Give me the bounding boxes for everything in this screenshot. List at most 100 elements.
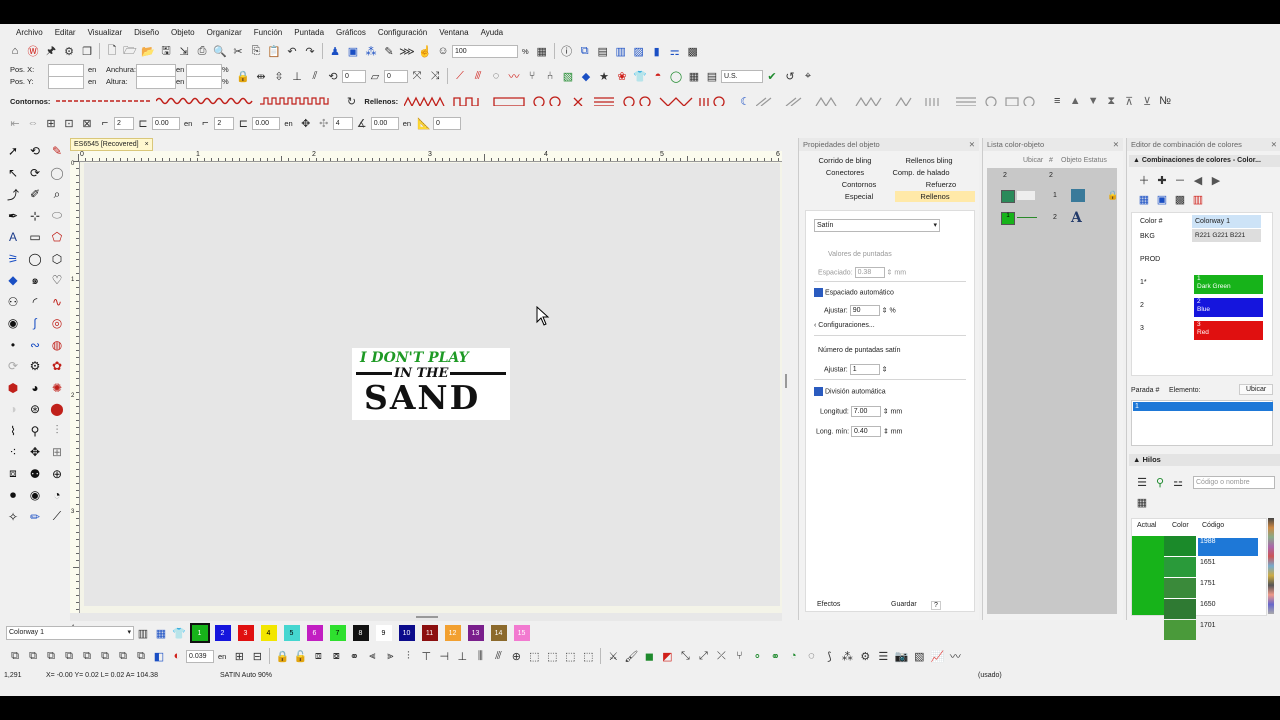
colorway-list-icon[interactable]: ▥ (135, 625, 151, 641)
panel-close-icon[interactable]: ✕ (1271, 138, 1277, 151)
colorway-section-header[interactable]: ▲ Combinaciones de colores - Color... (1129, 155, 1280, 167)
shape-tool-4-icon[interactable]: ⧉ (61, 648, 77, 664)
remove-colorway-icon[interactable]: － (1172, 172, 1188, 188)
spark-icon[interactable]: ✧ (4, 508, 22, 526)
color-film-icon[interactable]: ▥ (613, 43, 629, 59)
lock-obj-icon[interactable]: 🔒 (274, 648, 290, 664)
triangle-up-icon[interactable]: ▲ (1067, 93, 1083, 109)
color-swatch[interactable]: 12 (444, 625, 461, 641)
lasso-icon[interactable]: ◯ (48, 164, 66, 182)
cut-icon[interactable]: ✂ (230, 43, 246, 59)
shape-tool-2-icon[interactable]: ⧉ (25, 648, 41, 664)
spacing-icon[interactable]: ⊏ (135, 115, 151, 131)
colorway-entry-swatch[interactable]: 2 Blue (1194, 298, 1263, 317)
outline-patterns[interactable] (56, 96, 153, 106)
fill-type-select[interactable]: Satín ▾ (814, 219, 940, 232)
length-input[interactable]: 7.00 (850, 406, 881, 417)
shape-tool-8-icon[interactable]: ⧉ (133, 648, 149, 664)
bulb-icon[interactable]: ⚉ (26, 465, 44, 483)
tree-icon[interactable]: ⑃ (542, 68, 558, 84)
thread-code[interactable]: 1988 (1198, 538, 1258, 556)
reset-outline-icon[interactable]: ↻ (343, 93, 359, 109)
design-artwork[interactable]: I DON'T PLAY IN THE SAND (352, 348, 510, 420)
list-item[interactable]: 1 2 A (997, 210, 1117, 226)
numbering-icon[interactable]: № (1157, 93, 1173, 109)
outline-patterns-2[interactable] (156, 96, 256, 106)
wilcom-icon[interactable]: Ⓦ (25, 43, 41, 59)
spin-a[interactable]: 2 (114, 116, 134, 130)
spin-e[interactable]: 4 (332, 116, 353, 130)
align-icon[interactable]: ⊥ (289, 68, 305, 84)
grid-select2-icon[interactable]: ⊟ (249, 648, 265, 664)
lock-icon[interactable]: 🔒 (1107, 190, 1118, 201)
menu-6[interactable]: Función (248, 28, 288, 37)
sequence-icon[interactable]: ▨ (631, 43, 647, 59)
edit-colorway-icon[interactable]: ✚ (1154, 172, 1170, 188)
add-colorway-icon[interactable]: ＋ (1136, 172, 1152, 188)
bezier-icon[interactable]: ⤴ (4, 185, 22, 203)
hand-icon[interactable]: ☝ (417, 43, 433, 59)
arc-icon[interactable]: ◜ (26, 293, 44, 311)
copy-icon[interactable]: ❐ (79, 43, 95, 59)
dist-v-icon[interactable]: ⫻ (490, 648, 506, 664)
ruler-icon[interactable]: ⚞ (4, 250, 22, 268)
applique-icon[interactable]: ◌ (803, 648, 819, 664)
pin-icon[interactable]: ⚲ (26, 422, 44, 440)
export-icon[interactable]: ⇲ (176, 43, 192, 59)
mirror-v-icon[interactable]: ⇳ (271, 68, 287, 84)
pen-icon[interactable]: ✒ (4, 207, 22, 225)
angle-icon[interactable]: ∡ (354, 115, 370, 131)
thread-color-swatch[interactable] (1164, 599, 1196, 619)
fill-patterns-2[interactable] (756, 96, 1046, 106)
panel-close-icon[interactable]: ✕ (1113, 138, 1119, 151)
align-t-icon[interactable]: ⊤ (418, 648, 434, 664)
thread-color-swatch[interactable] (1164, 536, 1196, 556)
dial-icon[interactable]: ◕ (26, 379, 44, 397)
menu-8[interactable]: Gráficos (330, 28, 372, 37)
moon-icon[interactable]: ◑ (4, 400, 22, 418)
pos-y-input[interactable] (48, 76, 84, 89)
weld-icon[interactable]: ⚭ (346, 648, 362, 664)
rotate-icon[interactable]: ⟲ (325, 68, 341, 84)
closest-join-icon[interactable]: ⤫ (713, 648, 729, 664)
eye-icon[interactable]: ◉ (26, 486, 44, 504)
tab-2[interactable]: Conectores (805, 167, 885, 178)
thread-chart-icon[interactable]: ⚍ (1170, 474, 1186, 490)
paste-icon[interactable]: 📋 (266, 43, 282, 59)
align-r-icon[interactable]: ⫶ (400, 648, 416, 664)
tab-3[interactable]: Comp. de halado (881, 167, 961, 178)
units-select[interactable]: U.S. (721, 69, 763, 83)
spacing-input[interactable]: 0.38 (854, 267, 885, 278)
step-icon[interactable]: ⌐ (97, 115, 113, 131)
picture-icon[interactable]: ▧ (560, 68, 576, 84)
color-swatch[interactable]: 3 (237, 625, 254, 641)
thread-code[interactable]: 1751 (1198, 580, 1258, 587)
open-icon[interactable]: 🗁 (122, 43, 138, 59)
menu-9[interactable]: Configuración (372, 28, 433, 37)
stitch-edit-icon[interactable]: ✎ (48, 142, 66, 160)
slant-icon[interactable]: ▱ (367, 68, 383, 84)
undo-icon[interactable]: ↶ (284, 43, 300, 59)
color-matrix-icon[interactable]: ▦ (153, 625, 169, 641)
machine-icon[interactable]: ▣ (345, 43, 361, 59)
menu-7[interactable]: Puntada (288, 28, 330, 37)
shapes-icon[interactable]: ◆ (578, 68, 594, 84)
freehand-icon[interactable]: ✐ (26, 185, 44, 203)
menu-5[interactable]: Organizar (201, 28, 248, 37)
tab-6[interactable]: Especial (819, 191, 899, 202)
color-swatch[interactable]: 9 (375, 625, 392, 641)
align-l-icon[interactable]: ⫷ (364, 648, 380, 664)
mirror-icon[interactable]: ⤨ (427, 68, 443, 84)
frame-sel3-icon[interactable]: ⬚ (562, 648, 578, 664)
align-center-icon[interactable]: ⇔ (25, 115, 41, 131)
shape-tool-6-icon[interactable]: ⧉ (97, 648, 113, 664)
spin-d[interactable]: 0.00 (252, 116, 281, 130)
tab-1[interactable]: Rellenos bling (889, 155, 969, 166)
list-item[interactable]: 1 🔒 (997, 188, 1118, 204)
spin-c[interactable]: 2 (214, 116, 235, 130)
grid-colors-icon[interactable]: ▩ (1172, 191, 1188, 207)
star-icon[interactable]: ★ (596, 68, 612, 84)
mesh-icon[interactable]: ✥ (26, 443, 44, 461)
node-icon[interactable]: ⌖ (800, 68, 816, 84)
col-colorway-header[interactable]: Colorway 1 (1192, 215, 1261, 228)
